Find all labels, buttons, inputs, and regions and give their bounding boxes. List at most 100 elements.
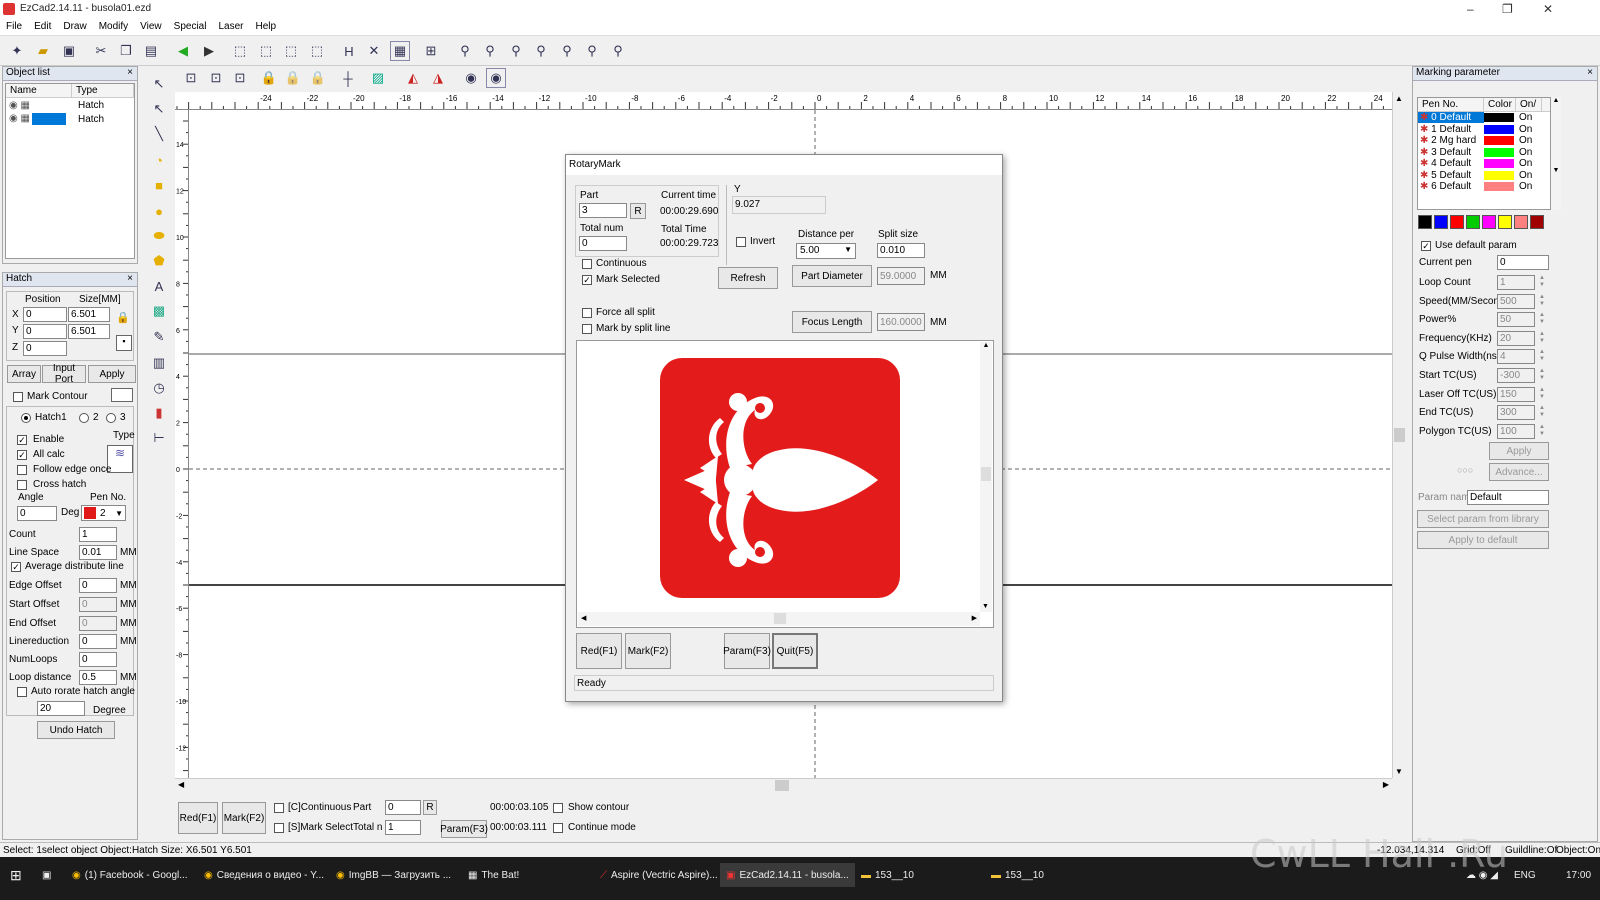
node-edit-icon[interactable]: H [339, 41, 359, 61]
link-icon[interactable]: ○○○ [1457, 465, 1483, 479]
count-input[interactable] [79, 527, 117, 542]
mark-selected-checkbox[interactable]: ✓ [582, 275, 592, 285]
palette-swatch[interactable] [1418, 215, 1432, 229]
clock[interactable]: 17:00 [1560, 863, 1597, 887]
close-panel-icon[interactable]: × [127, 273, 133, 284]
scroll-right-icon[interactable]: ▶ [972, 614, 977, 622]
text-icon[interactable]: A [149, 276, 169, 296]
spinner-icon[interactable]: ▲ ▼ [1536, 294, 1548, 309]
zoom-selected-icon[interactable]: ⚲ [608, 41, 628, 61]
scroll-left-icon[interactable]: ◀ [581, 614, 586, 622]
mark-button[interactable]: Mark(F2) [222, 802, 266, 834]
curve-icon[interactable]: ◔ [149, 150, 169, 170]
hatch3-radio[interactable] [106, 413, 116, 423]
numloops-input[interactable] [79, 652, 117, 667]
mark-select-checkbox[interactable] [274, 823, 284, 833]
preview-vscrollbar[interactable]: ▲ ▼ [980, 342, 992, 612]
continuous-checkbox[interactable] [582, 259, 592, 269]
pen-row[interactable]: ✱ 4 Default On [1418, 158, 1550, 170]
contour-pen-icon[interactable] [111, 388, 133, 402]
palette-swatch[interactable] [1530, 215, 1544, 229]
ungroup-icon[interactable]: ⊡ [206, 68, 226, 88]
chevron-down-icon[interactable]: ▼ [115, 509, 123, 518]
align-icon[interactable]: ⊞ [421, 41, 441, 61]
palette-swatch[interactable] [1466, 215, 1480, 229]
palette-swatch[interactable] [1450, 215, 1464, 229]
total-num-input[interactable] [579, 236, 627, 251]
lock-all-icon[interactable]: 🔒 [308, 68, 328, 88]
zoom-all-icon[interactable]: ⚲ [557, 41, 577, 61]
edge-offset-input[interactable] [79, 578, 117, 593]
current-pen-input[interactable] [1497, 255, 1549, 270]
focus-length-button[interactable]: Focus Length [792, 311, 872, 333]
scroll-up-icon[interactable]: ▲ [1395, 94, 1403, 103]
timer-icon[interactable]: ◷ [149, 378, 169, 398]
scroll-right-icon[interactable]: ▶ [1383, 780, 1389, 789]
total-input[interactable] [385, 820, 421, 835]
zoom-in-icon[interactable]: ⚲ [480, 41, 500, 61]
minimize-button[interactable]: – [1467, 2, 1474, 16]
language-indicator[interactable]: ENG [1508, 863, 1542, 887]
taskbar-item[interactable]: ⟋ Aspire (Vectric Aspire)... [594, 863, 724, 887]
red-light-button[interactable]: Red(F1) [178, 802, 218, 834]
origin-icon[interactable]: ┼ [338, 68, 358, 88]
menu-view[interactable]: View [134, 19, 168, 34]
pen-row[interactable]: ✱ 5 Default On [1418, 170, 1550, 182]
cut-icon[interactable]: ✂ [91, 41, 111, 61]
param-input[interactable] [1497, 312, 1535, 328]
linereduction-input[interactable] [79, 634, 117, 649]
part-input[interactable] [385, 800, 421, 815]
horizontal-scrollbar[interactable]: ◀ ▶ [175, 778, 1392, 792]
bitmap-icon[interactable]: ▩ [149, 301, 169, 321]
pen-row[interactable]: ✱ 6 Default On [1418, 181, 1550, 193]
taskbar-item[interactable]: ▣ EzCad2.14.11 - busola... [720, 863, 855, 887]
use-default-param-checkbox[interactable]: ✓ [1421, 241, 1431, 251]
show-contour-checkbox[interactable] [553, 803, 563, 813]
loop-distance-input[interactable] [79, 670, 117, 685]
select-cross-icon[interactable]: ⬚ [307, 41, 327, 61]
column-type[interactable]: Type [72, 84, 134, 97]
scroll-down-icon[interactable]: ▼ [1395, 767, 1403, 776]
input-port-button[interactable]: Input Port [42, 363, 86, 385]
grid-icon[interactable]: ▦ [390, 41, 410, 61]
undo-hatch-button[interactable]: Undo Hatch [37, 721, 115, 739]
apply-to-default-button[interactable]: Apply to default [1417, 531, 1549, 549]
vertical-scrollbar[interactable]: ▲ ▼ [1392, 92, 1406, 778]
auto-rotate-checkbox[interactable] [17, 687, 27, 697]
spinner-icon[interactable]: ▲ ▼ [1536, 312, 1548, 327]
avg-distribute-checkbox[interactable]: ✓ [11, 562, 21, 572]
select-all-icon[interactable]: ⬚ [230, 41, 250, 61]
hatch1-radio[interactable] [21, 413, 31, 423]
reset-part-button[interactable]: R [423, 800, 437, 815]
close-panel-icon[interactable]: × [127, 67, 133, 78]
split-size-input[interactable] [877, 243, 925, 258]
position-x-input[interactable] [23, 307, 67, 322]
scroll-left-icon[interactable]: ◀ [178, 780, 184, 789]
red-f1-button[interactable]: Red(F1) [576, 633, 622, 669]
distance-per-select[interactable]: 5.00 ▼ [796, 243, 856, 259]
start-offset-input[interactable] [79, 597, 117, 612]
menu-file[interactable]: File [0, 19, 28, 34]
start-icon[interactable]: ⊞ [4, 863, 28, 887]
zoom-icon[interactable]: ⚲ [455, 41, 475, 61]
continue-mode-checkbox[interactable] [553, 823, 563, 833]
param-input[interactable] [1497, 368, 1535, 383]
param-button[interactable]: Param(F3) [440, 820, 488, 838]
polygon-icon[interactable]: ⬟ [149, 251, 169, 271]
menu-modify[interactable]: Modify [93, 19, 134, 34]
palette-swatch[interactable] [1482, 215, 1496, 229]
menu-laser[interactable]: Laser [212, 19, 249, 34]
spinner-icon[interactable]: ▲ ▼ [1536, 424, 1548, 439]
undo-icon[interactable]: ◀ [173, 41, 193, 61]
focus-length-input[interactable] [877, 313, 925, 331]
eye-icon[interactable]: ◉ ▦ [6, 113, 74, 125]
quit-f5-button[interactable]: Quit(F5) [772, 633, 818, 669]
mark-contour-checkbox[interactable] [13, 392, 23, 402]
list-item[interactable]: ◉ ▦ Hatch [6, 98, 134, 112]
menu-help[interactable]: Help [249, 19, 282, 34]
mirror-v-icon[interactable]: ◮ [428, 68, 448, 88]
pen-row[interactable]: ✱ 1 Default On [1418, 124, 1550, 136]
ellipse-icon[interactable]: ⬬ [149, 226, 169, 246]
column-pen-no[interactable]: Pen No. [1418, 98, 1484, 111]
chevron-down-icon[interactable]: ▼ [844, 245, 852, 257]
